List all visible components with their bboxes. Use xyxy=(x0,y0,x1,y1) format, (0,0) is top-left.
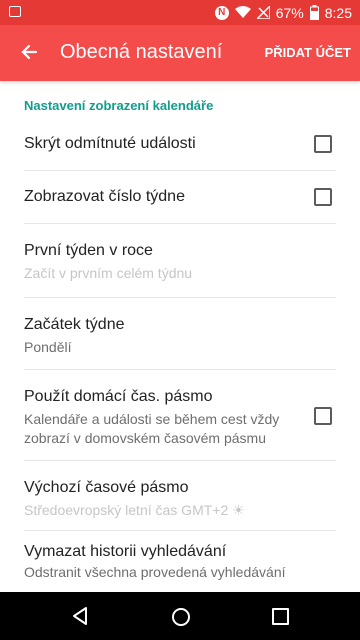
setting-subtitle: Středoevropský letní čas GMT+2 ☀ xyxy=(24,502,245,518)
setting-title: Začátek týdne xyxy=(24,316,125,333)
setting-first-week[interactable]: První týden v roce Začít v prvním celém … xyxy=(0,224,360,297)
setting-title: Použít domácí čas. pásmo xyxy=(24,388,213,405)
setting-title: První týden v roce xyxy=(24,242,153,259)
setting-subtitle: Odstranit všechna provedená vyhledávání xyxy=(24,564,286,580)
setting-subtitle: Pondělí xyxy=(24,339,72,355)
setting-hide-declined[interactable]: Skrýt odmítnuté události xyxy=(0,118,360,170)
setting-week-number[interactable]: Zobrazovat číslo týdne xyxy=(0,171,360,223)
add-account-button[interactable]: PŘIDAT ÚČET xyxy=(265,45,351,60)
page-title: Obecná nastavení xyxy=(60,41,223,63)
nav-recents-icon[interactable] xyxy=(272,608,289,625)
status-bar: N 67% 8:25 xyxy=(0,0,360,25)
nav-back-icon[interactable] xyxy=(72,607,88,625)
signal-icon xyxy=(256,6,270,19)
setting-week-start[interactable]: Začátek týdne Pondělí xyxy=(0,298,360,369)
setting-clear-search-history[interactable]: Vymazat historii vyhledávání Odstranit v… xyxy=(0,531,360,592)
clock: 8:25 xyxy=(324,4,352,21)
navigation-bar xyxy=(0,592,360,640)
setting-title: Skrýt odmítnuté události xyxy=(24,135,196,152)
setting-home-timezone[interactable]: Použít domácí čas. pásmo Kalendáře a udá… xyxy=(0,370,360,460)
home-timezone-checkbox[interactable] xyxy=(314,407,332,425)
setting-title: Vymazat historii vyhledávání xyxy=(24,543,227,560)
section-header: Nastavení zobrazení kalendáře xyxy=(24,98,214,113)
arrow-back-icon xyxy=(21,44,38,60)
image-notification-icon xyxy=(9,6,21,17)
nav-home-icon[interactable] xyxy=(172,608,190,626)
setting-title: Zobrazovat číslo týdne xyxy=(24,188,185,205)
setting-title: Výchozí časové pásmo xyxy=(24,479,189,496)
nfc-icon: N xyxy=(214,5,229,20)
wifi-icon xyxy=(234,6,251,18)
status-icons: N 67% 8:25 xyxy=(214,0,352,25)
hide-declined-checkbox[interactable] xyxy=(314,135,332,153)
week-number-checkbox[interactable] xyxy=(314,188,332,206)
setting-default-timezone[interactable]: Výchozí časové pásmo Středoevropský letn… xyxy=(0,461,360,530)
app-bar: Obecná nastavení PŘIDAT ÚČET xyxy=(0,25,360,81)
back-button[interactable] xyxy=(14,37,44,67)
setting-subtitle: Kalendáře a události se během cest vždy … xyxy=(24,411,280,446)
setting-subtitle: Začít v prvním celém týdnu xyxy=(24,265,193,281)
settings-list: Nastavení zobrazení kalendáře Skrýt odmí… xyxy=(0,81,360,592)
battery-icon xyxy=(309,5,319,20)
battery-percentage: 67% xyxy=(275,4,304,21)
